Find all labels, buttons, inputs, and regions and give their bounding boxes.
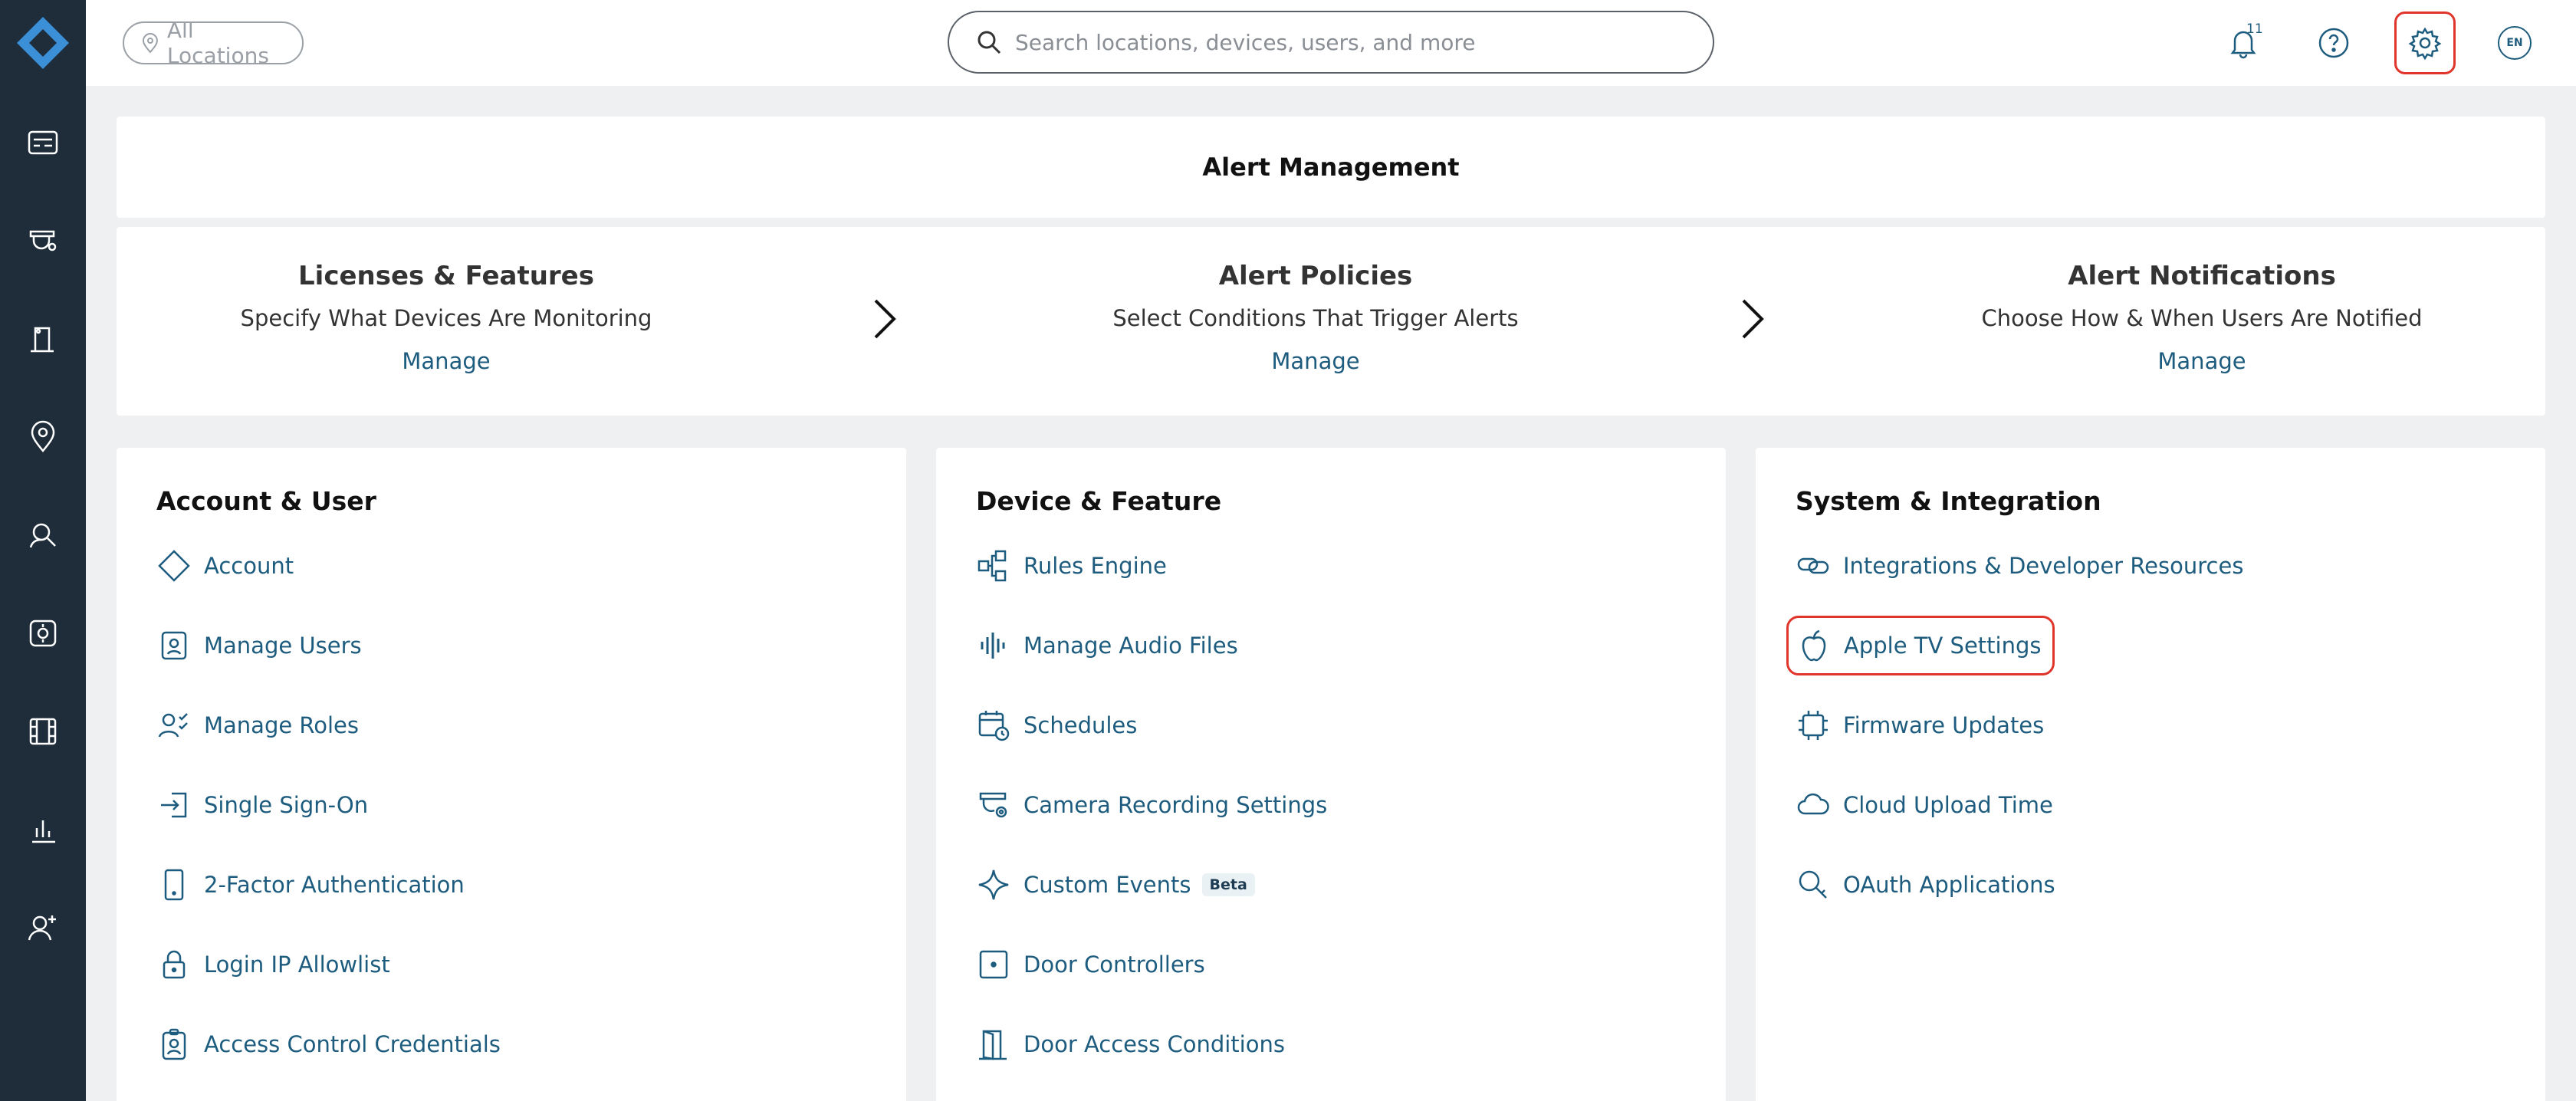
cloud-upload-time-link[interactable]: Cloud Upload Time [1796,782,2064,828]
alert-management-title-card: Alert Management [117,117,2545,218]
search-icon [978,31,1001,54]
apple-icon [1802,629,1826,662]
location-filter-label: All Locations [166,18,269,68]
manage-roles-link[interactable]: Manage Roles [156,702,370,748]
camera-settings-icon [979,792,1007,818]
gear-icon [2408,27,2442,61]
alert-management-title: Alert Management [1202,153,1460,182]
firmware-updates-link[interactable]: Firmware Updates [1796,702,2055,748]
calendar-clock-icon [978,711,1010,741]
flow-step-subtitle: Select Conditions That Trigger Alerts [1112,305,1519,331]
two-factor-auth-link[interactable]: 2-Factor Authentication [156,862,475,908]
rules-engine-icon [978,550,1007,582]
sidebar-film-icon[interactable] [20,708,66,754]
section-title: Device & Feature [976,486,1222,516]
access-control-credentials-link[interactable]: Access Control Credentials [156,1021,511,1067]
flow-step-subtitle: Choose How & When Users Are Notified [1981,305,2423,331]
top-bar: All Locations 11 EN [86,0,2576,86]
chevron-right-icon [874,299,896,339]
sidebar-camera-icon[interactable] [20,218,66,264]
section-title: System & Integration [1796,486,2101,516]
sidebar-sensor-icon[interactable] [20,610,66,656]
manage-users-link[interactable]: Manage Users [156,623,373,669]
device-feature-section: Device & Feature Rules Engine Manage Aud… [936,448,1726,1101]
door-controller-icon [979,950,1008,979]
sparkle-icon [978,869,1009,900]
sidebar-people-search-icon[interactable] [20,512,66,558]
user-check-icon [158,713,188,738]
sidebar-add-user-icon[interactable] [20,905,66,951]
phone-icon [164,869,184,901]
lock-icon [163,950,186,979]
id-badge-icon [162,1028,186,1060]
notifications-button[interactable]: 11 [2219,18,2268,67]
settings-button[interactable] [2394,12,2456,74]
notification-count: 11 [2246,21,2263,37]
custom-events-link[interactable]: Custom Events Beta [976,862,1266,908]
language-button[interactable]: EN [2490,18,2539,67]
camera-recording-settings-link[interactable]: Camera Recording Settings [976,782,1338,828]
flow-step-title: Alert Policies [1218,261,1413,291]
search-bar[interactable] [948,11,1714,74]
flow-step-licenses: Licenses & Features Specify What Devices… [178,261,715,374]
sidebar [0,0,86,1101]
section-title: Account & User [156,486,376,516]
schedules-link[interactable]: Schedules [976,702,1148,748]
system-integration-section: System & Integration Integrations & Deve… [1756,448,2545,1101]
flow-step-title: Alert Notifications [2068,261,2336,291]
diamond-icon [158,550,190,582]
chevron-right-icon [1742,299,1764,339]
flow-step-title: Licenses & Features [298,261,594,291]
search-input[interactable] [1015,29,1674,55]
key-search-icon [1799,870,1827,899]
help-button[interactable] [2309,18,2358,67]
location-pin-icon [142,33,158,54]
manage-policies-link[interactable]: Manage [1271,348,1359,374]
door-access-conditions-link[interactable]: Door Access Conditions [976,1021,1296,1067]
manage-audio-files-link[interactable]: Manage Audio Files [976,623,1249,669]
audio-wave-icon [981,633,1005,659]
help-icon [2318,28,2349,58]
flow-step-subtitle: Specify What Devices Are Monitoring [240,305,652,331]
user-badge-icon [161,631,187,660]
sidebar-analytics-icon[interactable] [20,807,66,853]
account-user-section: Account & User Account Manage Users Mana… [117,448,906,1101]
rules-engine-link[interactable]: Rules Engine [976,543,1178,589]
single-sign-on-link[interactable]: Single Sign-On [156,782,379,828]
flow-step-policies: Alert Policies Select Conditions That Tr… [1047,261,1584,374]
integrations-link[interactable]: Integrations & Developer Resources [1796,543,2254,589]
account-link[interactable]: Account [156,543,304,589]
cloud-icon [1797,793,1829,815]
login-ip-allowlist-link[interactable]: Login IP Allowlist [156,942,401,988]
beta-badge: Beta [1201,873,1255,896]
door-open-icon [979,1030,1007,1060]
alert-management-flow: Licenses & Features Specify What Devices… [117,227,2545,416]
sidebar-door-icon[interactable] [20,316,66,362]
flow-step-notifications: Alert Notifications Choose How & When Us… [1934,261,2470,374]
language-label: EN [2498,26,2532,60]
sidebar-dashboard-icon[interactable] [20,120,66,166]
sign-in-icon [161,792,187,818]
manage-licenses-link[interactable]: Manage [402,348,490,374]
sidebar-location-icon[interactable] [20,414,66,460]
location-filter[interactable]: All Locations [123,18,304,68]
manage-notifications-link[interactable]: Manage [2157,348,2246,374]
chip-icon [1799,711,1828,740]
logo-icon[interactable] [15,15,71,71]
oauth-applications-link[interactable]: OAuth Applications [1796,862,2066,908]
link-chain-icon [1797,557,1829,574]
door-controllers-link[interactable]: Door Controllers [976,942,1216,988]
apple-tv-settings-link[interactable]: Apple TV Settings [1786,616,2055,675]
